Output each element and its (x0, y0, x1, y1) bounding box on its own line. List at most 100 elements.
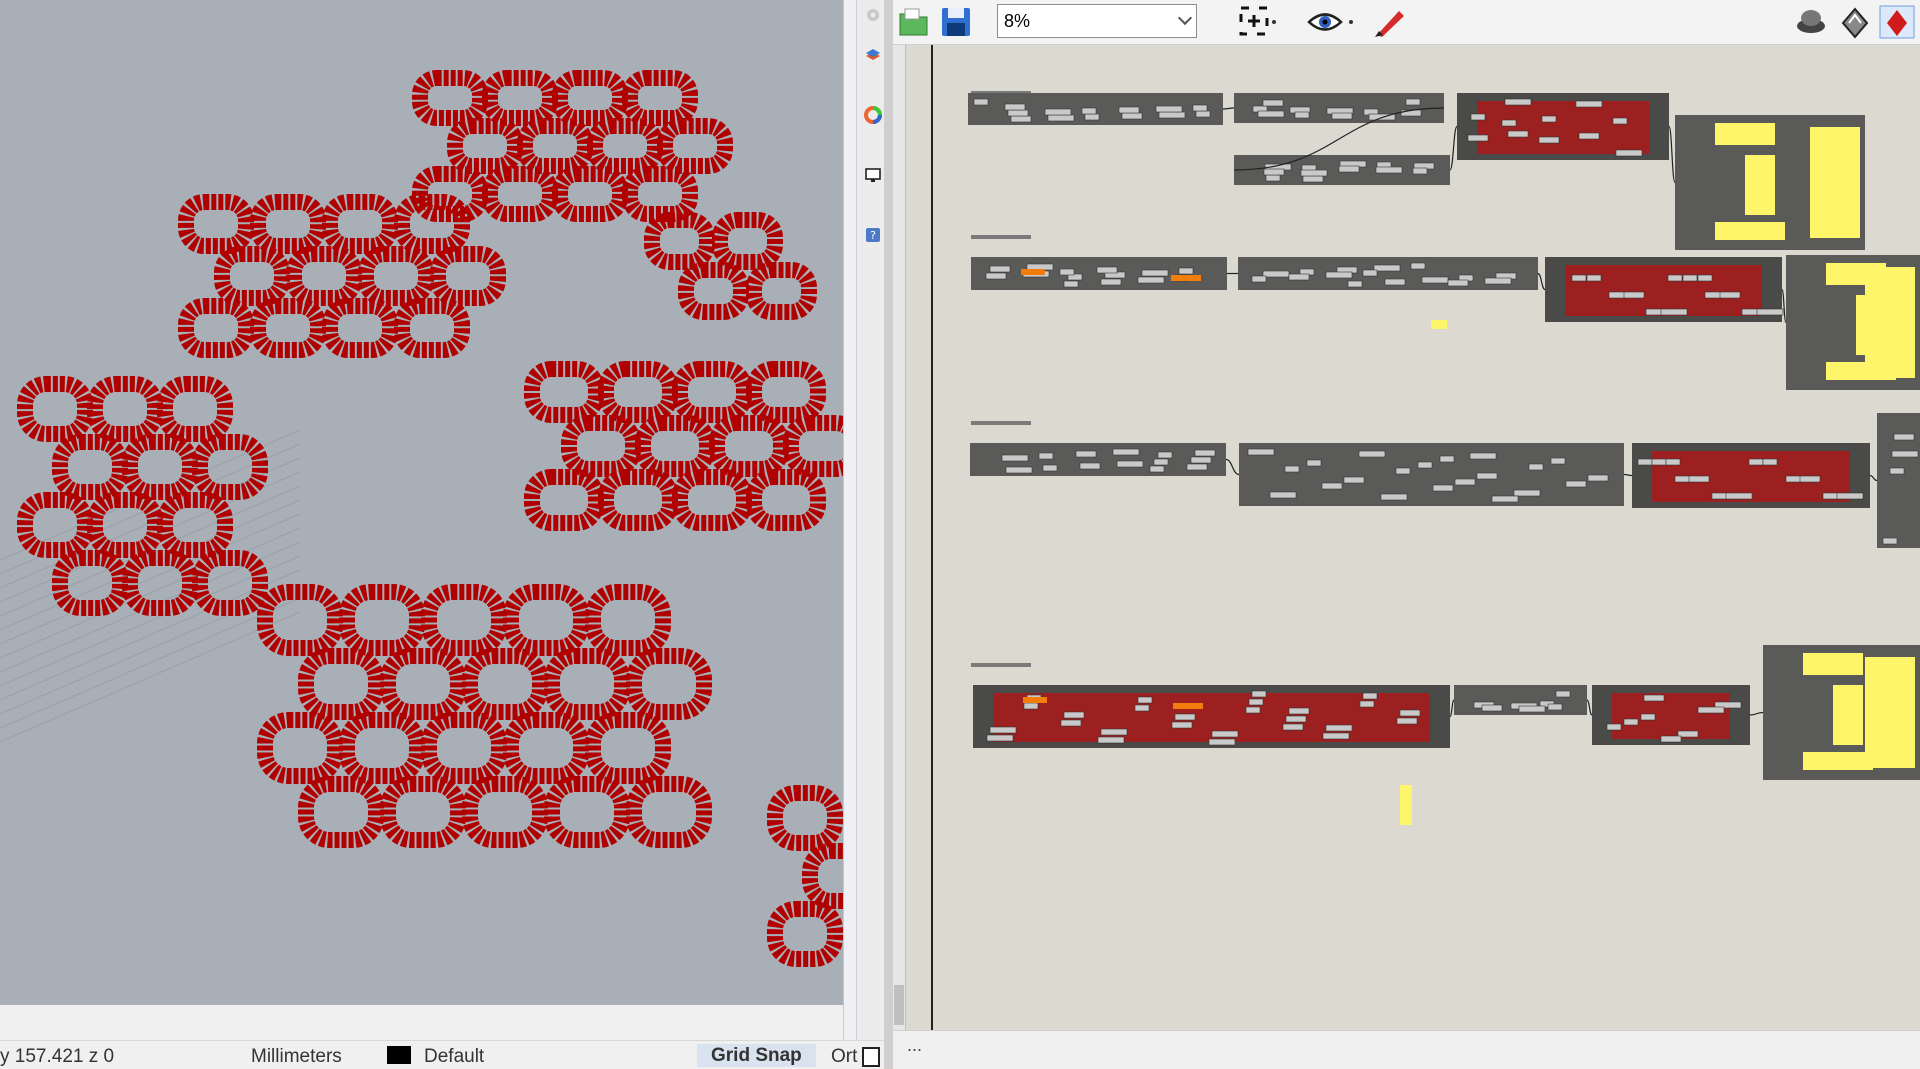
gh-component[interactable] (1410, 262, 1426, 270)
lattice-cluster[interactable] (767, 785, 843, 967)
gh-component[interactable] (1059, 268, 1075, 276)
color-wheel-icon[interactable] (864, 106, 882, 124)
gh-component[interactable] (1171, 721, 1193, 729)
gh-component[interactable] (1651, 458, 1667, 466)
gh-component[interactable] (1454, 478, 1476, 486)
ortho-checkbox[interactable] (862, 1047, 880, 1067)
orange-component[interactable] (1021, 269, 1045, 275)
zoom-level-select[interactable]: 8% (997, 4, 1197, 38)
lattice-cluster[interactable] (524, 361, 843, 531)
gh-component[interactable] (1322, 732, 1350, 740)
gh-component[interactable] (1116, 460, 1144, 468)
gh-component[interactable] (1697, 274, 1713, 282)
gh-component[interactable] (1300, 169, 1328, 177)
gh-component[interactable] (1325, 271, 1353, 279)
folder-open-icon[interactable] (897, 5, 931, 39)
gh-component[interactable] (1186, 463, 1208, 471)
gh-component[interactable] (1484, 277, 1512, 285)
wireframe-preview-icon[interactable] (1837, 5, 1873, 39)
gh-component[interactable] (1288, 707, 1310, 715)
gh-component[interactable] (1623, 718, 1639, 726)
gh-component[interactable] (1748, 458, 1764, 466)
gh-component[interactable] (1375, 166, 1403, 174)
gh-component[interactable] (1174, 713, 1196, 721)
gh-component[interactable] (1380, 493, 1408, 501)
gh-component[interactable] (1640, 713, 1656, 721)
gh-component[interactable] (1155, 105, 1183, 113)
gh-component[interactable] (1263, 168, 1285, 176)
gh-component[interactable] (1756, 308, 1784, 316)
gh-component[interactable] (1321, 482, 1343, 490)
node-group-highlight[interactable] (1612, 693, 1730, 739)
definition-graph[interactable] (893, 45, 1920, 1030)
gh-component[interactable] (1412, 167, 1428, 175)
help-icon[interactable]: ? (864, 226, 882, 244)
gh-component[interactable] (1528, 463, 1544, 471)
gh-component[interactable] (989, 265, 1011, 273)
gh-component[interactable] (1504, 98, 1532, 106)
gh-component[interactable] (1097, 736, 1125, 744)
gh-component[interactable] (1725, 492, 1753, 500)
grid-snap-toggle[interactable]: Grid Snap (697, 1044, 816, 1067)
gh-component[interactable] (1359, 700, 1375, 708)
gh-component[interactable] (1302, 175, 1324, 183)
gh-component[interactable] (1084, 113, 1100, 121)
gh-component[interactable] (1079, 462, 1101, 470)
gh-component[interactable] (1042, 464, 1058, 472)
gh-component[interactable] (1667, 274, 1683, 282)
gh-component[interactable] (1623, 291, 1645, 299)
pen-icon[interactable] (1371, 5, 1411, 39)
gh-component[interactable] (1513, 489, 1541, 497)
yellow-panel[interactable] (1803, 653, 1863, 675)
gh-component[interactable] (1134, 704, 1150, 712)
yellow-panel[interactable] (1745, 155, 1775, 215)
gh-component[interactable] (986, 734, 1014, 742)
gh-component[interactable] (1153, 458, 1169, 466)
gh-component[interactable] (1251, 690, 1267, 698)
gh-component[interactable] (1178, 267, 1194, 275)
gh-component[interactable] (1893, 433, 1915, 441)
gh-component[interactable] (1285, 715, 1307, 723)
gh-component[interactable] (1137, 276, 1165, 284)
gh-component[interactable] (1507, 130, 1529, 138)
gh-component[interactable] (973, 98, 989, 106)
gh-component[interactable] (1571, 274, 1587, 282)
gh-component[interactable] (1660, 308, 1688, 316)
gh-component[interactable] (1118, 106, 1140, 114)
rhino-viewport[interactable] (0, 0, 843, 1005)
gh-component[interactable] (1432, 484, 1454, 492)
settings-icon[interactable] (864, 6, 882, 24)
node-group-highlight[interactable] (1565, 265, 1762, 316)
group-label-bar[interactable] (971, 663, 1031, 667)
gh-component[interactable] (1836, 492, 1864, 500)
lattice-cluster[interactable] (257, 584, 712, 848)
gh-component[interactable] (1476, 472, 1498, 480)
gh-component[interactable] (1547, 703, 1563, 711)
gh-component[interactable] (1491, 495, 1519, 503)
yellow-panel[interactable] (1856, 295, 1886, 355)
gh-component[interactable] (1262, 270, 1290, 278)
gh-component[interactable] (1637, 458, 1653, 466)
gh-component[interactable] (1194, 449, 1216, 457)
gh-component[interactable] (1421, 276, 1449, 284)
gh-component[interactable] (1338, 165, 1360, 173)
gh-component[interactable] (1347, 280, 1363, 288)
save-icon[interactable] (939, 5, 973, 39)
gh-component[interactable] (1481, 704, 1503, 712)
gh-component[interactable] (1288, 273, 1310, 281)
gh-component[interactable] (989, 726, 1017, 734)
gh-component[interactable] (1023, 702, 1039, 710)
gh-component[interactable] (1358, 450, 1386, 458)
orange-component[interactable] (1171, 275, 1201, 281)
gh-component[interactable] (1688, 475, 1710, 483)
gh-component[interactable] (1075, 450, 1097, 458)
gh-component[interactable] (1343, 476, 1365, 484)
gh-component[interactable] (1038, 452, 1054, 460)
lattice-cluster[interactable] (644, 212, 817, 320)
gh-component[interactable] (1615, 149, 1643, 157)
node-group[interactable] (1239, 443, 1624, 506)
display-icon[interactable] (864, 166, 882, 184)
gh-component[interactable] (1063, 711, 1085, 719)
gh-component[interactable] (1405, 98, 1421, 106)
gh-component[interactable] (1575, 100, 1603, 108)
